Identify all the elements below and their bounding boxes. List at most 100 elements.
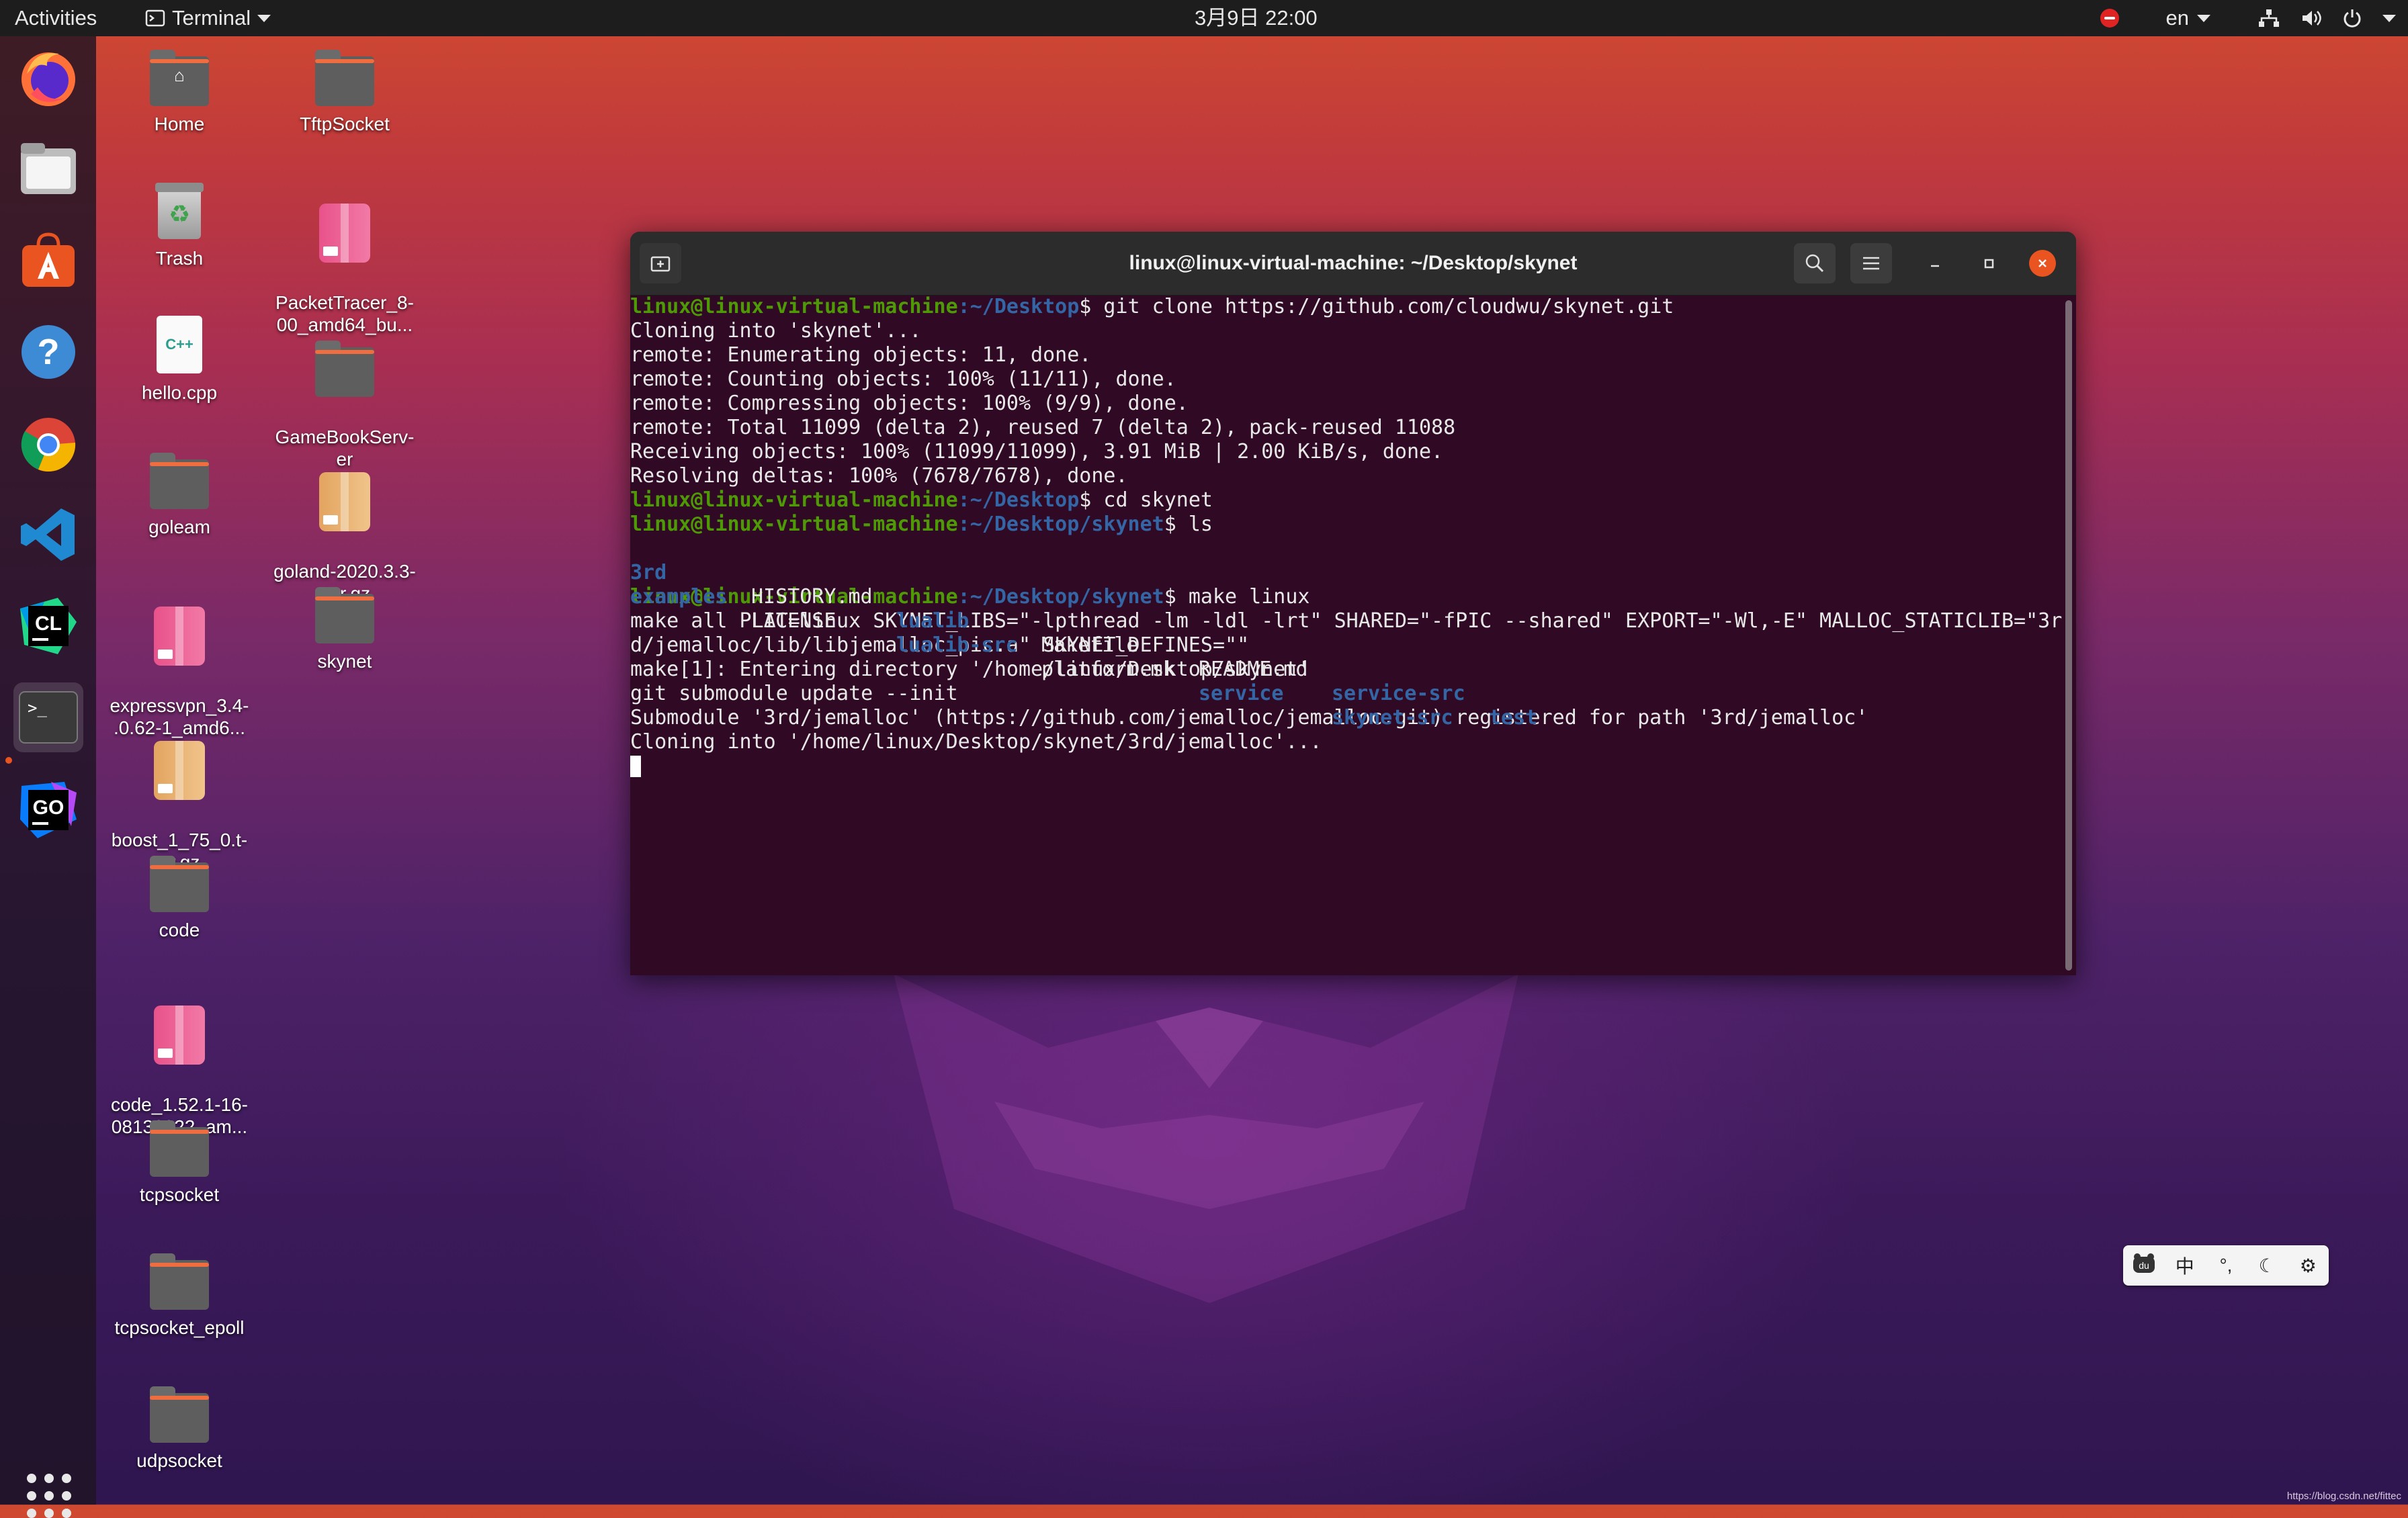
desktop-icon-tftpsocket[interactable]: TftpSocket [267, 44, 422, 135]
maximize-button[interactable] [1975, 250, 2002, 277]
dock-firefox[interactable] [13, 43, 83, 113]
goland-icon: GO [20, 782, 77, 838]
clion-label: CL [35, 613, 62, 635]
scrollbar[interactable] [2065, 300, 2072, 971]
desktop-icon-tcpsocket[interactable]: tcpsocket [102, 1115, 257, 1206]
language-indicator[interactable]: en [2166, 0, 2210, 36]
desktop-icon-tcpsocket-epoll[interactable]: tcpsocket_epoll [102, 1248, 257, 1339]
terminal-line: Resolving deltas: 100% (7678/7678), done… [630, 464, 1128, 488]
terminal-line: remote: Total 11099 (delta 2), reused 7 … [630, 416, 1456, 439]
chevron-down-icon[interactable] [2382, 14, 2396, 22]
top-bar: Activities Terminal 3月9日 22:00 en [0, 0, 2408, 36]
menu-button[interactable] [1850, 243, 1892, 283]
clion-icon: CL [20, 598, 77, 654]
dock-software[interactable] [13, 226, 83, 296]
desktop-icon-label: Home [154, 114, 205, 134]
dock-files[interactable] [13, 133, 83, 203]
terminal-line: Cloning into '/home/linux/Desktop/skynet… [630, 730, 1322, 754]
svg-text:?: ? [38, 332, 60, 372]
terminal-window[interactable]: linux@linux-virtual-machine: ~/Desktop/s… [630, 232, 2076, 975]
activities-button[interactable]: Activities [15, 0, 97, 36]
desktop-icon-label: udpsocket [136, 1450, 222, 1471]
ls-entry: test [1489, 706, 1538, 729]
archive-icon [154, 741, 205, 800]
close-icon [2038, 259, 2047, 267]
terminal-line: Receiving objects: 100% (11099/11099), 3… [630, 440, 1444, 463]
clock[interactable]: 3月9日 22:00 [1195, 0, 1318, 36]
terminal-line: make all PLAT=linux SKYNET_LIBS="-lpthre… [630, 609, 2063, 633]
terminal-line: Cloning into 'skynet'... [630, 319, 922, 343]
show-applications-icon[interactable] [27, 1474, 71, 1518]
terminal-line: d/jemalloc/lib/libjemalloc_pic.a" SKYNET… [630, 633, 1250, 657]
watermark: https://blog.csdn.net/fittec [2286, 1490, 2401, 1502]
desktop-icon-label: tcpsocket_epoll [114, 1317, 245, 1338]
desktop-icon-skynet[interactable]: skynet [267, 582, 422, 672]
vscode-icon [21, 508, 75, 561]
input-method-toolbar[interactable]: du 中 °, ☾ ⚙ [2123, 1245, 2329, 1286]
desktop-icon-label: code [159, 920, 200, 940]
dock-terminal[interactable]: >_ [13, 682, 83, 752]
ime-chinese-mode[interactable]: 中 [2170, 1252, 2200, 1279]
hamburger-icon [1863, 257, 1879, 270]
dock-goland[interactable]: GO [13, 775, 83, 845]
dock-chrome[interactable] [13, 410, 83, 480]
folder-icon [150, 1120, 209, 1177]
firefox-icon [22, 52, 75, 106]
terminal-line: linux@linux-virtual-machine:~/Desktop$ g… [630, 295, 1674, 318]
desktop-icon-label: hello.cpp [141, 382, 218, 403]
new-tab-button[interactable] [640, 243, 681, 283]
package-icon [154, 607, 205, 666]
terminal-icon: >_ [19, 691, 78, 744]
minimize-button[interactable] [1922, 250, 1948, 277]
dock-help[interactable]: ? [13, 317, 83, 387]
chevron-down-icon [257, 14, 271, 22]
title-bar[interactable]: linux@linux-virtual-machine: ~/Desktop/s… [630, 232, 2076, 296]
ls-row: examples LICENSE lualib-src platform.mk … [630, 561, 2063, 729]
ls-entry: lualib [896, 609, 970, 633]
ls-entry: service-src [1332, 682, 1465, 705]
desktop-icon-home[interactable]: ⌂ Home [102, 44, 257, 135]
desktop-icon-goleam[interactable]: goleam [102, 447, 257, 538]
trash-icon: ♻ [155, 183, 204, 239]
terminal-line: linux@linux-virtual-machine:~/Desktop/sk… [630, 512, 1213, 536]
folder-icon [315, 50, 374, 106]
ls-entry: Makefile [1041, 633, 1139, 657]
volume-icon[interactable] [2300, 8, 2322, 28]
power-icon[interactable] [2342, 8, 2362, 28]
network-icon[interactable] [2258, 8, 2280, 28]
terminal-line [630, 754, 2063, 778]
ls-entry: HISTORY.md [751, 585, 873, 609]
terminal-small-icon [145, 9, 165, 27]
dock-vscode[interactable] [13, 500, 83, 570]
app-menu[interactable]: Terminal [145, 0, 271, 36]
folder-icon [315, 587, 374, 643]
home-icon: ⌂ [174, 65, 185, 85]
folder-icon [150, 856, 209, 912]
moon-icon[interactable]: ☾ [2252, 1255, 2282, 1277]
ime-logo-icon[interactable]: du [2129, 1253, 2159, 1279]
desktop-icon-code[interactable]: code [102, 850, 257, 941]
ls-entry: skynet-src [1332, 706, 1453, 729]
desktop-icon-udpsocket[interactable]: udpsocket [102, 1381, 257, 1472]
package-icon [154, 1006, 205, 1065]
close-button[interactable] [2029, 250, 2056, 277]
maximize-icon [1984, 259, 1994, 269]
dock-clion[interactable]: CL [13, 591, 83, 661]
desktop-icon-label: goleam [148, 517, 210, 537]
search-button[interactable] [1794, 243, 1836, 283]
do-not-disturb-icon[interactable] [2100, 9, 2119, 28]
language-label: en [2165, 6, 2189, 30]
folder-icon [315, 341, 374, 397]
desktop-icon-trash[interactable]: ♻ Trash [102, 179, 257, 269]
desktop-icon-label: Trash [155, 248, 204, 269]
terminal-line: remote: Enumerating objects: 11, done. [630, 343, 1092, 367]
gear-icon[interactable]: ⚙ [2293, 1255, 2323, 1277]
status-area[interactable]: en [2100, 0, 2396, 36]
goland-label: GO [33, 797, 64, 819]
desktop-icon-hello-cpp[interactable]: C++ hello.cpp [102, 313, 257, 404]
terminal-output[interactable]: linux@linux-virtual-machine:~/Desktop$ g… [630, 295, 2063, 975]
terminal-icon-text: >_ [28, 699, 47, 717]
ime-punctuation[interactable]: °, [2211, 1255, 2241, 1276]
chrome-icon [21, 418, 76, 472]
terminal-line: make[1]: Entering directory '/home/linux… [630, 658, 1310, 681]
